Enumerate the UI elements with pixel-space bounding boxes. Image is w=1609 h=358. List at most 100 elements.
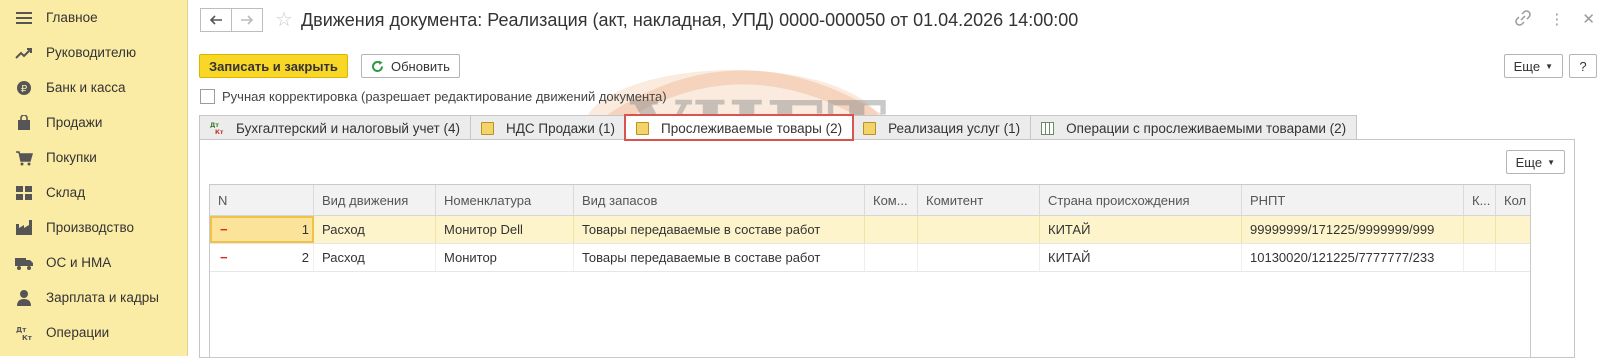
trend-icon xyxy=(13,44,35,62)
chevron-down-icon: ▼ xyxy=(1545,61,1553,71)
table-row[interactable]: − 2 Расход Монитор Товары передаваемые в… xyxy=(210,244,1530,272)
dt-kt-icon: Дт Кт xyxy=(13,324,35,342)
help-button[interactable]: ? xyxy=(1569,54,1597,78)
page-title: Движения документа: Реализация (акт, нак… xyxy=(300,9,1079,30)
qty-cell[interactable] xyxy=(1496,216,1530,243)
register-icon xyxy=(863,121,877,135)
row-number-cell[interactable]: − 1 xyxy=(210,216,314,243)
sidebar-item-bank[interactable]: ₽ Банк и касса xyxy=(0,70,187,105)
sidebar-item-label: Покупки xyxy=(46,150,97,165)
sidebar-item-label: ОС и НМА xyxy=(46,255,112,270)
sidebar-item-purchases[interactable]: Покупки xyxy=(0,140,187,175)
ruble-coin-icon: ₽ xyxy=(13,79,35,97)
column-header[interactable]: Кол xyxy=(1496,185,1530,215)
tab-accounting[interactable]: Дт Кт Бухгалтерский и налоговый учет (4) xyxy=(199,115,471,140)
expense-mark-icon: − xyxy=(220,222,228,237)
column-header[interactable]: Ком... xyxy=(865,185,918,215)
movement-cell[interactable]: Расход xyxy=(314,244,436,271)
manual-edit-row: Ручная корректировка (разрешает редактир… xyxy=(200,89,667,104)
column-header[interactable]: Вид движения xyxy=(314,185,436,215)
forward-button[interactable] xyxy=(232,8,263,32)
sidebar-item-label: Главное xyxy=(46,10,98,25)
svg-text:Дт: Дт xyxy=(210,122,219,129)
register-icon xyxy=(636,121,650,135)
sidebar-item-label: Руководителю xyxy=(46,45,137,60)
chevron-down-icon: ▼ xyxy=(1547,157,1555,167)
save-and-close-label: Записать и закрыть xyxy=(209,58,338,74)
cart-icon xyxy=(13,149,35,167)
k-cell[interactable] xyxy=(1464,244,1496,271)
sidebar-item-label: Операции xyxy=(46,325,110,340)
column-header[interactable]: Вид запасов xyxy=(574,185,865,215)
link-icon[interactable] xyxy=(1515,10,1532,30)
movements-table[interactable]: N Вид движения Номенклатура Вид запасов … xyxy=(209,184,1531,358)
tab-label: Прослеживаемые товары (2) xyxy=(661,120,843,136)
stock-type-cell[interactable]: Товары передаваемые в составе работ xyxy=(574,216,865,243)
sidebar-item-label: Зарплата и кадры xyxy=(46,290,159,305)
sidebar-item-assets[interactable]: ОС и НМА xyxy=(0,245,187,280)
more-vertical-icon[interactable]: ⋮ xyxy=(1549,10,1564,30)
kom-cell[interactable] xyxy=(865,244,918,271)
k-cell[interactable] xyxy=(1464,216,1496,243)
tab-label: НДС Продажи (1) xyxy=(505,120,616,136)
sidebar-item-label: Банк и касса xyxy=(46,80,126,95)
help-label: ? xyxy=(1579,58,1587,74)
svg-text:Кт: Кт xyxy=(215,129,224,134)
tab-services-sales[interactable]: Реализация услуг (1) xyxy=(852,115,1032,140)
table-header: N Вид движения Номенклатура Вид запасов … xyxy=(210,185,1530,216)
column-header[interactable]: Комитент xyxy=(918,185,1040,215)
rnpt-cell[interactable]: 10130020/121225/7777777/233 xyxy=(1242,244,1464,271)
dt-kt-icon: Дт Кт xyxy=(210,122,224,134)
register-icon xyxy=(480,121,494,135)
column-header[interactable]: Страна происхождения xyxy=(1040,185,1242,215)
table-more-button[interactable]: Еще ▼ xyxy=(1505,150,1565,174)
tab-vat-sales[interactable]: НДС Продажи (1) xyxy=(469,115,627,140)
more-actions-button[interactable]: Еще ▼ xyxy=(1503,54,1563,78)
menu-icon xyxy=(13,9,35,27)
sidebar-item-sales[interactable]: Продажи xyxy=(0,105,187,140)
person-icon xyxy=(13,289,35,307)
table-row[interactable]: − 1 Расход Монитор Dell Товары передавае… xyxy=(210,216,1530,244)
sidebar-item-warehouse[interactable]: Склад xyxy=(0,175,187,210)
column-header[interactable]: К... xyxy=(1464,185,1496,215)
truck-icon xyxy=(13,254,35,272)
row-number: 2 xyxy=(301,250,309,265)
refresh-label: Обновить xyxy=(391,58,450,74)
movement-cell[interactable]: Расход xyxy=(314,216,436,243)
country-cell[interactable]: КИТАЙ xyxy=(1040,244,1242,271)
manual-edit-checkbox[interactable] xyxy=(200,89,215,104)
rnpt-cell[interactable]: 99999999/171225/9999999/999 xyxy=(1242,216,1464,243)
column-header[interactable]: N xyxy=(210,185,314,215)
sidebar-item-main[interactable]: Главное xyxy=(0,0,187,35)
tab-label: Бухгалтерский и налоговый учет (4) xyxy=(236,120,460,136)
tab-traceable-goods[interactable]: Прослеживаемые товары (2) xyxy=(624,114,855,141)
sidebar-item-salary[interactable]: Зарплата и кадры xyxy=(0,280,187,315)
refresh-button[interactable]: Обновить xyxy=(361,54,460,78)
committent-cell[interactable] xyxy=(918,216,1040,243)
item-cell[interactable]: Монитор xyxy=(436,244,574,271)
committent-cell[interactable] xyxy=(918,244,1040,271)
title-bar: ☆ Движения документа: Реализация (акт, н… xyxy=(200,8,1078,32)
column-header[interactable]: РНПТ xyxy=(1242,185,1464,215)
sidebar-item-operations[interactable]: Дт Кт Операции xyxy=(0,315,187,350)
manual-edit-label[interactable]: Ручная корректировка (разрешает редактир… xyxy=(222,89,667,104)
refresh-icon xyxy=(372,60,383,72)
sidebar-item-label: Производство xyxy=(46,220,135,235)
back-button[interactable] xyxy=(200,8,232,32)
kom-cell[interactable] xyxy=(865,216,918,243)
tab-traceable-operations[interactable]: Операции с прослеживаемыми товарами (2) xyxy=(1030,115,1358,140)
save-and-close-button[interactable]: Записать и закрыть xyxy=(199,54,348,78)
column-header[interactable]: Номенклатура xyxy=(436,185,574,215)
sidebar-item-label: Продажи xyxy=(46,115,103,130)
sidebar-item-manager[interactable]: Руководителю xyxy=(0,35,187,70)
svg-text:Дт: Дт xyxy=(16,326,27,334)
row-number-cell[interactable]: − 2 xyxy=(210,244,314,271)
stock-type-cell[interactable]: Товары передаваемые в составе работ xyxy=(574,244,865,271)
close-icon[interactable]: ✕ xyxy=(1582,10,1595,30)
sidebar-item-production[interactable]: Производство xyxy=(0,210,187,245)
sidebar: Главное Руководителю ₽ Банк и касса Прод… xyxy=(0,0,188,356)
country-cell[interactable]: КИТАЙ xyxy=(1040,216,1242,243)
item-cell[interactable]: Монитор Dell xyxy=(436,216,574,243)
favorite-star-icon[interactable]: ☆ xyxy=(275,10,293,30)
qty-cell[interactable] xyxy=(1496,244,1530,271)
